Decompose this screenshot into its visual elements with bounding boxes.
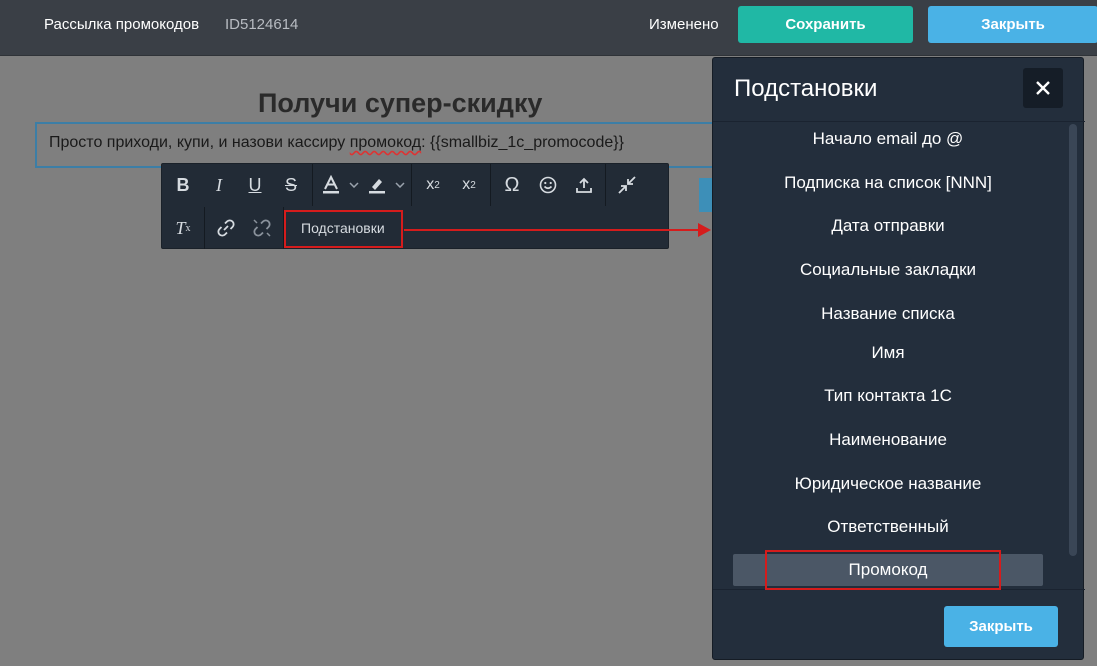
panel-footer-close-button[interactable]: Закрыть — [944, 606, 1058, 647]
bold-icon[interactable]: B — [165, 168, 201, 202]
list-item[interactable]: Начало email до @ — [733, 123, 1043, 155]
text-after: : {{smallbiz_1c_promocode}} — [421, 134, 624, 151]
panel-divider-top — [713, 121, 1085, 122]
campaign-title: Рассылка промокодов — [44, 16, 200, 33]
close-icon — [1036, 81, 1050, 95]
text-style-group: B I U S — [162, 164, 313, 206]
italic-icon[interactable]: I — [201, 168, 237, 202]
emoji-icon[interactable] — [530, 168, 566, 202]
list-item[interactable]: Юридическое название — [733, 468, 1043, 500]
insert-group: Ω — [491, 164, 606, 206]
email-headline[interactable]: Получи супер-скидку — [258, 88, 542, 119]
text-before: Просто приходи, купи, и назови кассиру — [49, 134, 350, 151]
underline-icon[interactable]: U — [237, 168, 273, 202]
save-button[interactable]: Сохранить — [738, 6, 913, 43]
list-item[interactable]: Имя — [733, 337, 1043, 369]
link-group — [205, 207, 284, 249]
substitutions-button[interactable]: Подстановки — [287, 211, 399, 245]
campaign-id: ID5124614 — [225, 16, 299, 33]
special-char-icon[interactable]: Ω — [494, 168, 530, 202]
view-group — [606, 164, 648, 206]
color-group — [313, 164, 412, 206]
list-item[interactable]: Тип контакта 1С — [733, 380, 1043, 412]
background-button-edge — [699, 178, 713, 212]
panel-divider-bottom — [713, 589, 1085, 590]
subscript-icon[interactable]: x2 — [451, 168, 487, 202]
email-text-block[interactable]: Просто приходи, купи, и назови кассиру п… — [35, 122, 735, 168]
substitutions-panel: Подстановки Начало email до @ Подписка н… — [712, 57, 1085, 660]
strikethrough-icon[interactable]: S — [273, 168, 309, 202]
link-icon[interactable] — [208, 211, 244, 245]
annotation-arrow-head — [698, 223, 711, 237]
collapse-icon[interactable] — [609, 168, 645, 202]
panel-scrollbar[interactable] — [1069, 124, 1077, 556]
superscript-icon[interactable]: x2 — [415, 168, 451, 202]
highlight-color-icon[interactable] — [362, 168, 392, 202]
list-item-selected[interactable]: Промокод — [733, 554, 1043, 586]
panel-title: Подстановки — [734, 75, 878, 102]
list-item[interactable]: Ответственный — [733, 511, 1043, 543]
annotation-arrow-line — [404, 229, 700, 231]
save-status: Изменено — [649, 16, 719, 33]
clear-format-group: Tx — [162, 207, 205, 249]
panel-close-button[interactable] — [1023, 68, 1063, 108]
clear-format-icon[interactable]: Tx — [165, 211, 201, 245]
close-button[interactable]: Закрыть — [928, 6, 1097, 43]
top-header: Рассылка промокодов ID5124614 Изменено С… — [0, 0, 1097, 56]
misspelled-word: промокод — [349, 134, 422, 151]
upload-icon[interactable] — [566, 168, 602, 202]
list-item[interactable]: Дата отправки — [733, 210, 1043, 242]
text-color-icon[interactable] — [316, 168, 346, 202]
list-item[interactable]: Социальные закладки — [733, 254, 1043, 286]
rich-text-toolbar: B I U S x2 x2 Ω T x Подстановки — [161, 163, 669, 249]
list-item[interactable]: Наименование — [733, 424, 1043, 456]
chevron-down-icon[interactable] — [392, 168, 408, 202]
chevron-down-icon[interactable] — [346, 168, 362, 202]
substitutions-group: Подстановки — [284, 207, 402, 249]
unlink-icon[interactable] — [244, 211, 280, 245]
list-item[interactable]: Название списка — [733, 298, 1043, 330]
list-item[interactable]: Подписка на список [NNN] — [733, 167, 1043, 199]
script-group: x2 x2 — [412, 164, 491, 206]
